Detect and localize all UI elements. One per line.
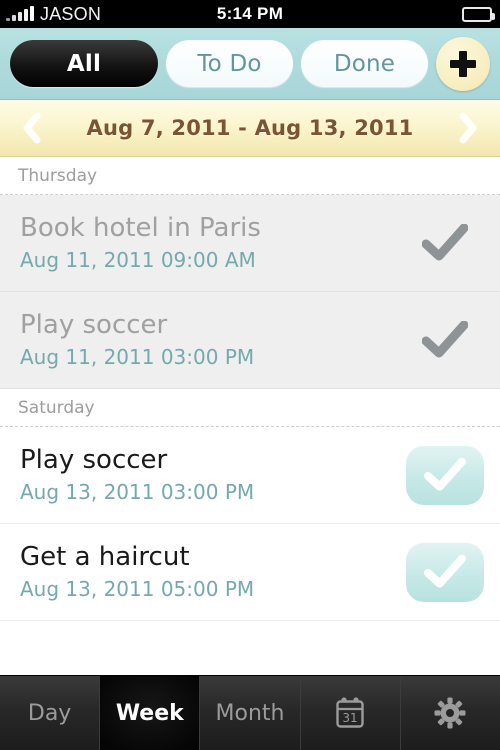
calendar-day-number: 31 xyxy=(343,711,358,725)
filter-bar: All To Do Done xyxy=(0,28,500,100)
task-datetime: Aug 13, 2011 05:00 PM xyxy=(20,577,255,602)
tab-month-label: Month xyxy=(215,700,285,726)
task-datetime: Aug 13, 2011 03:00 PM xyxy=(20,480,255,505)
chevron-right-icon xyxy=(459,112,477,144)
task-title: Play soccer xyxy=(20,445,168,475)
status-bar-clock: 5:14 PM xyxy=(216,4,284,23)
filter-segment-todo-label: To Do xyxy=(197,50,262,77)
day-header-label: Saturday xyxy=(18,397,95,418)
day-header-thursday: Thursday xyxy=(0,157,500,195)
task-complete-toggle[interactable] xyxy=(406,542,484,602)
next-week-button[interactable] xyxy=(440,100,496,156)
checkmark-icon xyxy=(422,224,468,261)
previous-week-button[interactable] xyxy=(4,100,60,156)
task-complete-toggle[interactable] xyxy=(406,310,484,370)
status-bar: JASON 5:14 PM xyxy=(0,0,500,28)
filter-segment-done-label: Done xyxy=(333,50,396,77)
task-title: Play soccer xyxy=(20,310,168,340)
plus-icon xyxy=(450,50,476,77)
tab-week[interactable]: Week xyxy=(100,676,201,750)
chevron-left-icon xyxy=(23,112,41,144)
task-title: Book hotel in Paris xyxy=(20,213,261,243)
filter-segment-done[interactable]: Done xyxy=(301,40,428,87)
filter-segment-todo[interactable]: To Do xyxy=(166,40,293,87)
task-text-block: Play soccer Aug 11, 2011 03:00 PM xyxy=(20,311,406,370)
date-range-label: Aug 7, 2011 - Aug 13, 2011 xyxy=(86,116,414,140)
task-row[interactable]: Play soccer Aug 11, 2011 03:00 PM xyxy=(0,292,500,389)
day-header-label: Thursday xyxy=(18,165,98,186)
app-root: JASON 5:14 PM All To Do Done Aug 7, 2011… xyxy=(0,0,500,750)
gear-icon xyxy=(434,697,466,729)
add-task-button[interactable] xyxy=(436,36,490,91)
task-datetime: Aug 11, 2011 03:00 PM xyxy=(20,345,255,370)
checkmark-icon xyxy=(422,321,468,358)
tab-bar: Day Week Month 31 xyxy=(0,675,500,750)
checkmark-icon xyxy=(424,555,466,588)
task-datetime: Aug 11, 2011 09:00 AM xyxy=(20,248,256,273)
date-range-bar: Aug 7, 2011 - Aug 13, 2011 xyxy=(0,100,500,157)
tab-day-label: Day xyxy=(27,700,72,726)
task-title: Get a haircut xyxy=(20,542,190,572)
calendar-31-icon: 31 xyxy=(336,697,364,728)
day-header-saturday: Saturday xyxy=(0,389,500,427)
task-complete-toggle[interactable] xyxy=(406,213,484,273)
filter-segment-all-label: All xyxy=(66,50,102,77)
filter-segment-all[interactable]: All xyxy=(10,40,158,87)
tab-calendar[interactable]: 31 xyxy=(301,676,401,750)
tab-week-label: Week xyxy=(115,700,184,726)
task-text-block: Get a haircut Aug 13, 2011 05:00 PM xyxy=(20,543,406,602)
task-text-block: Play soccer Aug 13, 2011 03:00 PM xyxy=(20,446,406,505)
task-row[interactable]: Play soccer Aug 13, 2011 03:00 PM xyxy=(0,427,500,524)
task-list: Thursday Book hotel in Paris Aug 11, 201… xyxy=(0,157,500,621)
task-row[interactable]: Book hotel in Paris Aug 11, 2011 09:00 A… xyxy=(0,195,500,292)
task-text-block: Book hotel in Paris Aug 11, 2011 09:00 A… xyxy=(20,214,406,273)
tab-month[interactable]: Month xyxy=(200,676,301,750)
battery-icon xyxy=(462,6,495,22)
task-complete-toggle[interactable] xyxy=(406,445,484,505)
tab-day[interactable]: Day xyxy=(0,676,101,750)
tab-settings[interactable] xyxy=(401,676,500,750)
checkmark-icon xyxy=(424,458,466,491)
task-row[interactable]: Get a haircut Aug 13, 2011 05:00 PM xyxy=(0,524,500,621)
